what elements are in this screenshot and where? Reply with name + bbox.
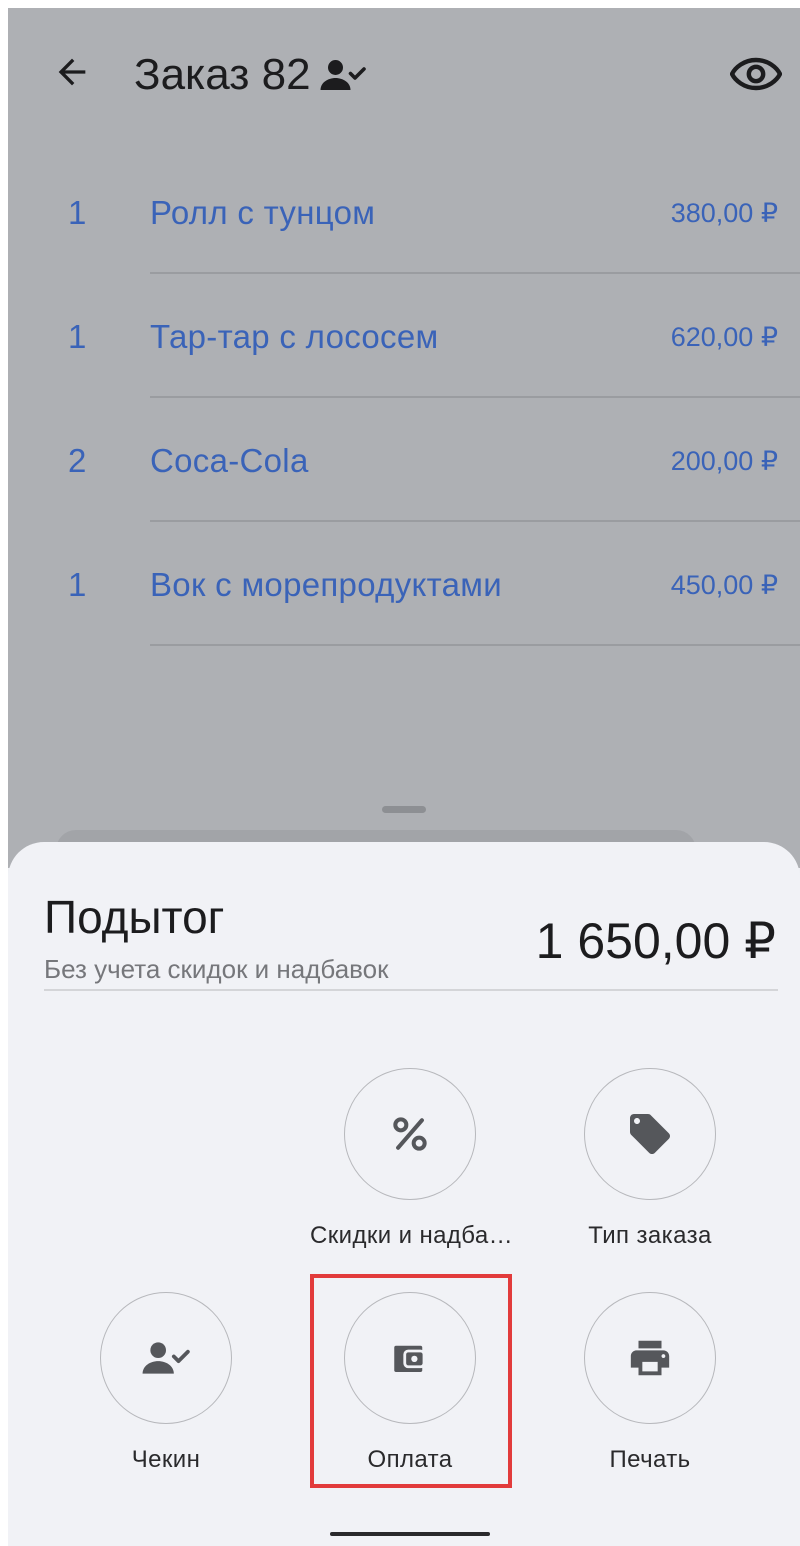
- checkin-button[interactable]: [100, 1292, 232, 1424]
- checkin-label: Чекин: [131, 1446, 201, 1473]
- print-button[interactable]: [584, 1292, 716, 1424]
- discounts-action[interactable]: Скидки и надба…: [310, 1068, 514, 1250]
- subtotal-divider: [44, 989, 778, 991]
- subtotal-label: Подытог: [44, 891, 225, 943]
- page-title: Заказ 82: [134, 50, 367, 100]
- discounts-button[interactable]: [344, 1068, 476, 1200]
- discounts-label: Скидки и надба…: [310, 1222, 514, 1249]
- order-item[interactable]: 2 Coca-Cola 200,00 ₽: [8, 398, 800, 522]
- item-divider: [150, 644, 800, 646]
- order-type-button[interactable]: [584, 1068, 716, 1200]
- order-item[interactable]: 1 Вок с морепродуктами 450,00 ₽: [8, 522, 800, 646]
- order-type-label: Тип заказа: [588, 1222, 712, 1249]
- item-quantity: 1: [68, 318, 87, 355]
- back-button[interactable]: [52, 52, 92, 92]
- visibility-button[interactable]: [729, 54, 783, 94]
- print-label: Печать: [609, 1446, 691, 1473]
- item-name: Coca-Cola: [150, 442, 309, 479]
- person-check-icon: [142, 1342, 190, 1374]
- screen: Заказ 82 1 Ролл с тунцом 380,00 ₽ 1 Тар-…: [8, 8, 800, 1546]
- printer-icon: [630, 1340, 670, 1376]
- item-quantity: 1: [68, 566, 87, 603]
- item-quantity: 1: [68, 194, 87, 231]
- item-price: 620,00 ₽: [670, 322, 778, 352]
- print-action[interactable]: Печать: [550, 1292, 750, 1474]
- tag-icon: [630, 1114, 670, 1154]
- arrow-back-icon: [58, 58, 86, 86]
- item-price: 380,00 ₽: [670, 198, 778, 228]
- order-item[interactable]: 1 Ролл с тунцом 380,00 ₽: [8, 150, 800, 274]
- order-type-action[interactable]: Тип заказа: [550, 1068, 750, 1250]
- page-title-text: Заказ 82: [134, 50, 311, 99]
- item-name: Ролл с тунцом: [150, 194, 376, 231]
- subtotal-value: 1 650,00 ₽: [535, 913, 776, 969]
- payment-highlight-box: [310, 1274, 512, 1488]
- eye-icon: [729, 57, 783, 91]
- order-item[interactable]: 1 Тар-тар с лососем 620,00 ₽: [8, 274, 800, 398]
- subtotal-note: Без учета скидок и надбавок: [44, 954, 389, 984]
- item-name: Тар-тар с лососем: [150, 318, 439, 355]
- person-check-icon: [320, 60, 366, 90]
- item-quantity: 2: [68, 442, 87, 479]
- app-bar: Заказ 82: [8, 8, 800, 148]
- item-price: 450,00 ₽: [670, 570, 778, 600]
- home-indicator[interactable]: [330, 1532, 490, 1536]
- item-name: Вок с морепродуктами: [150, 566, 503, 603]
- checkin-action[interactable]: Чекин: [66, 1292, 266, 1474]
- item-price: 200,00 ₽: [670, 446, 778, 476]
- sheet-drag-handle[interactable]: [382, 806, 426, 813]
- percent-icon: [393, 1117, 427, 1151]
- order-items-list: 1 Ролл с тунцом 380,00 ₽ 1 Тар-тар с лос…: [8, 150, 800, 646]
